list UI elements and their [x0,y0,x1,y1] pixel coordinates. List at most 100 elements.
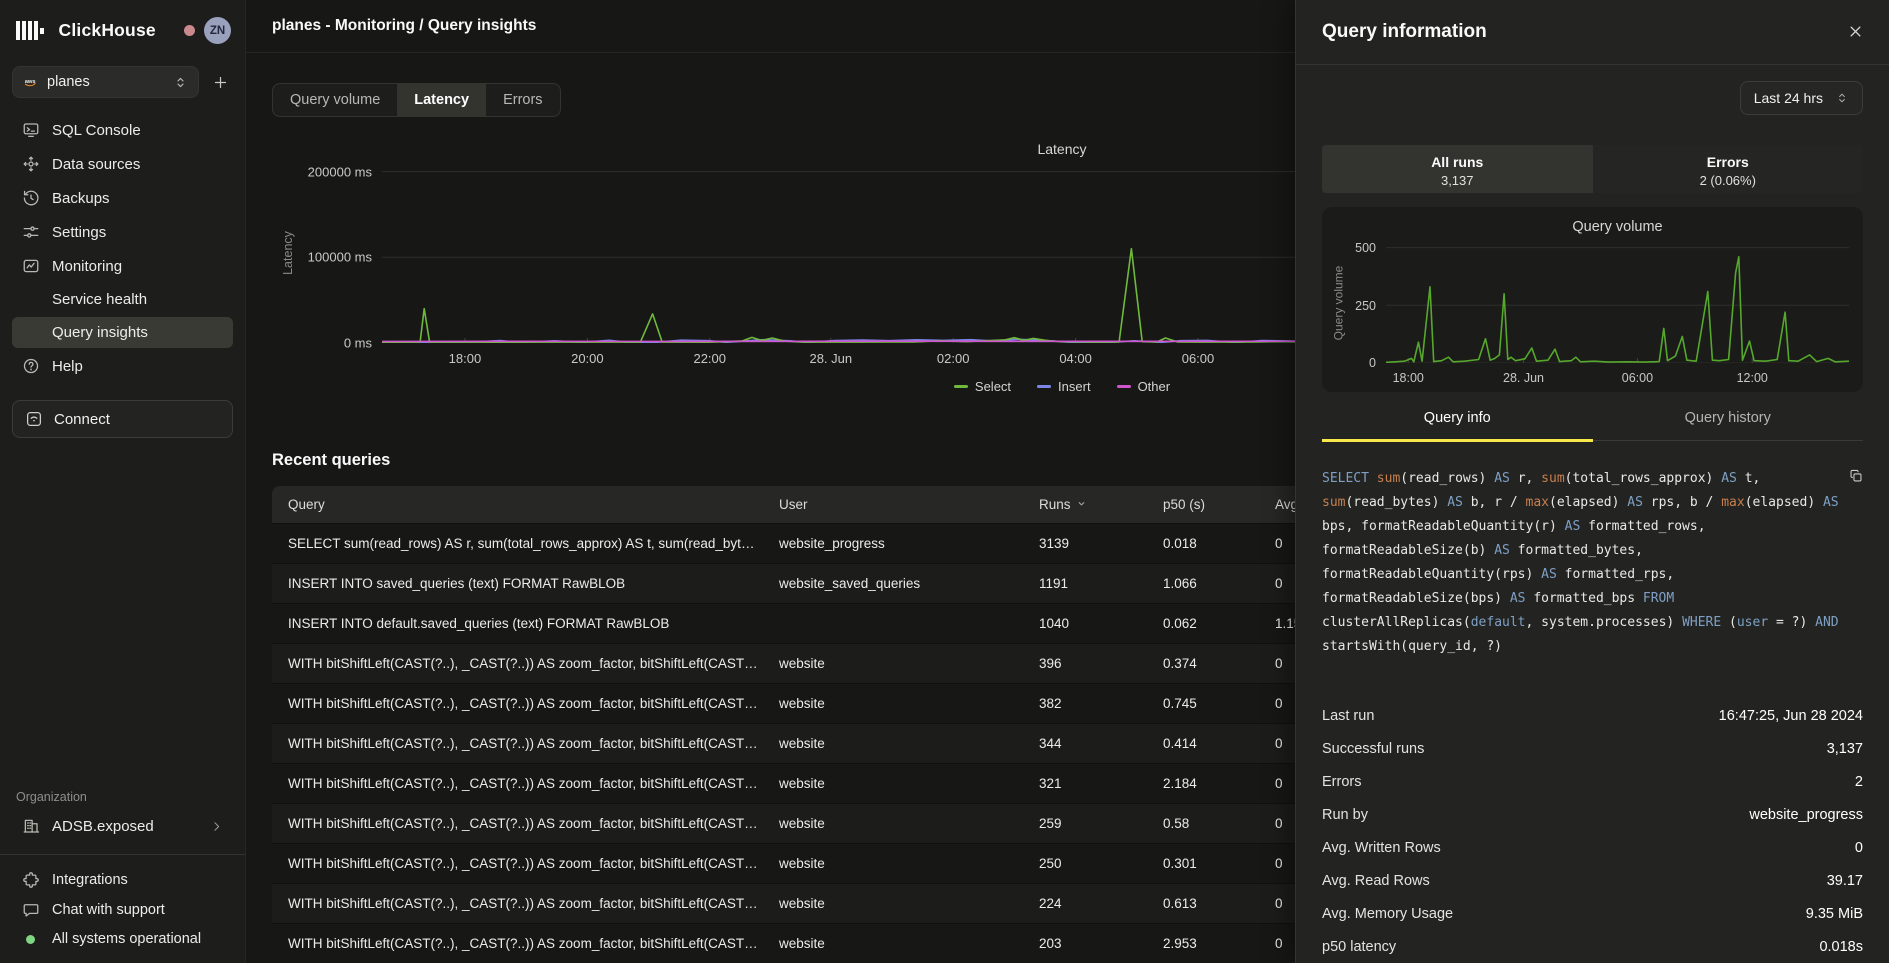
query-stats-list: Last run16:47:25, Jun 28 2024Successful … [1322,699,1863,963]
table-row[interactable]: WITH bitShiftLeft(CAST(?..), _CAST(?..))… [272,724,1452,764]
notification-dot-icon[interactable] [184,25,195,36]
stat-row-p50-latency: p50 latency0.018s [1322,930,1863,963]
y-tick-label: 100000 ms [308,250,372,265]
footer-item-integrations[interactable]: Integrations [12,865,233,895]
sidebar-divider [0,854,245,855]
close-icon[interactable] [1848,24,1863,39]
cell-query: INSERT INTO saved_queries (text) FORMAT … [288,576,779,591]
sidebar-footer: IntegrationsChat with supportAll systems… [0,865,245,953]
chevron-updown-icon [173,75,188,90]
tab-query-volume[interactable]: Query volume [273,84,397,116]
service-select[interactable]: aws planes [12,66,199,98]
cell-runs: 224 [1039,896,1163,911]
legend-swatch-icon [1037,385,1051,388]
panel-tab-query-history[interactable]: Query history [1593,410,1864,442]
stat-label: Last run [1322,708,1374,724]
time-range-select[interactable]: Last 24 hrs [1740,81,1863,115]
legend-item-other[interactable]: Other [1117,379,1171,394]
table-row[interactable]: WITH bitShiftLeft(CAST(?..), _CAST(?..))… [272,804,1452,844]
add-service-button[interactable] [209,71,231,93]
column-header-runs[interactable]: Runs [1039,497,1163,512]
organization-switcher[interactable]: ADSB.exposed [12,810,233,842]
mini-chart-title: Query volume [1386,219,1849,235]
column-header-query[interactable]: Query [288,497,779,512]
legend-label: Insert [1058,379,1091,394]
table-row[interactable]: WITH bitShiftLeft(CAST(?..), _CAST(?..))… [272,884,1452,924]
cell-query: WITH bitShiftLeft(CAST(?..), _CAST(?..))… [288,856,779,871]
table-row[interactable]: WITH bitShiftLeft(CAST(?..), _CAST(?..))… [272,924,1452,963]
cell-p50: 0.745 [1163,696,1275,711]
sidebar-item-monitoring[interactable]: Monitoring [12,250,233,282]
cell-p50: 0.301 [1163,856,1275,871]
stat-label: Errors [1322,774,1361,790]
x-tick-label: 06:00 [1622,371,1653,385]
footer-item-all-systems-operational[interactable]: All systems operational [12,925,233,953]
toggle-errors[interactable]: Errors2 (0.06%) [1593,145,1864,194]
service-selector-row: aws planes [0,52,245,104]
sort-desc-icon [1076,498,1087,509]
cell-runs: 1040 [1039,616,1163,631]
clickhouse-logo-icon[interactable] [16,21,44,41]
avatar[interactable]: ZN [204,17,231,44]
table-row[interactable]: WITH bitShiftLeft(CAST(?..), _CAST(?..))… [272,844,1452,884]
cell-query: INSERT INTO default.saved_queries (text)… [288,616,779,631]
toggle-label: All runs [1322,154,1593,170]
toggle-value: 2 (0.06%) [1593,173,1864,188]
legend-item-select[interactable]: Select [954,379,1011,394]
table-row[interactable]: WITH bitShiftLeft(CAST(?..), _CAST(?..))… [272,764,1452,804]
footer-item-chat-with-support[interactable]: Chat with support [12,895,233,925]
sidebar-item-label: Query insights [52,324,148,341]
table-row[interactable]: WITH bitShiftLeft(CAST(?..), _CAST(?..))… [272,644,1452,684]
x-tick-label: 18:00 [449,351,482,366]
cell-p50: 0.374 [1163,656,1275,671]
legend-item-insert[interactable]: Insert [1037,379,1091,394]
sidebar-item-data-sources[interactable]: Data sources [12,148,233,180]
cell-query: WITH bitShiftLeft(CAST(?..), _CAST(?..))… [288,896,779,911]
copy-icon[interactable] [1849,469,1863,483]
status-dot [22,935,40,944]
sidebar: ClickHouse ZN aws planes SQL ConsoleData… [0,0,246,963]
chevron-right-icon [210,820,223,833]
sidebar-item-service-health[interactable]: Service health [12,284,233,315]
sidebar-item-help[interactable]: Help [12,350,233,382]
sql-query-text: SELECT sum(read_rows) AS r, sum(total_ro… [1322,467,1863,659]
cell-p50: 0.613 [1163,896,1275,911]
cell-p50: 2.953 [1163,936,1275,951]
aws-icon: aws [23,75,38,90]
sidebar-item-backups[interactable]: Backups [12,182,233,214]
panel-tab-query-info[interactable]: Query info [1322,410,1593,442]
y-tick-label: 0 [1369,356,1376,370]
cell-user: website [779,656,1039,671]
column-header-user[interactable]: User [779,497,1039,512]
tab-errors[interactable]: Errors [486,84,559,116]
cell-p50: 0.414 [1163,736,1275,751]
legend-swatch-icon [954,385,968,388]
x-tick-label: 02:00 [937,351,970,366]
cell-runs: 396 [1039,656,1163,671]
connect-icon [25,410,43,428]
table-row[interactable]: INSERT INTO saved_queries (text) FORMAT … [272,564,1452,604]
sidebar-nav: SQL Console Data sourcesBackups Settings Mo… [0,104,245,384]
connect-button[interactable]: Connect [12,400,233,438]
x-tick-label: 20:00 [571,351,604,366]
sidebar-item-label: Help [52,358,83,375]
column-header-p50-s-[interactable]: p50 (s) [1163,497,1275,512]
stat-row-avg-written-rows: Avg. Written Rows0 [1322,831,1863,864]
backups-icon [22,189,40,207]
sidebar-item-label: Settings [52,224,106,241]
sidebar-item-sql-console[interactable]: SQL Console [12,114,233,146]
stat-row-successful-runs: Successful runs3,137 [1322,732,1863,765]
x-tick-label: 04:00 [1059,351,1092,366]
table-row[interactable]: WITH bitShiftLeft(CAST(?..), _CAST(?..))… [272,684,1452,724]
panel-title: Query information [1322,21,1487,43]
sidebar-item-label: SQL Console [52,122,141,139]
sidebar-item-query-insights[interactable]: Query insights [12,317,233,348]
toggle-all-runs[interactable]: All runs3,137 [1322,145,1593,194]
sidebar-item-settings[interactable]: Settings [12,216,233,248]
cell-user: website [779,696,1039,711]
cell-query: SELECT sum(read_rows) AS r, sum(total_ro… [288,536,779,551]
mini-y-axis-label: Query volume [1330,243,1346,363]
tab-latency[interactable]: Latency [397,84,486,116]
table-row[interactable]: INSERT INTO default.saved_queries (text)… [272,604,1452,644]
table-row[interactable]: SELECT sum(read_rows) AS r, sum(total_ro… [272,524,1452,564]
